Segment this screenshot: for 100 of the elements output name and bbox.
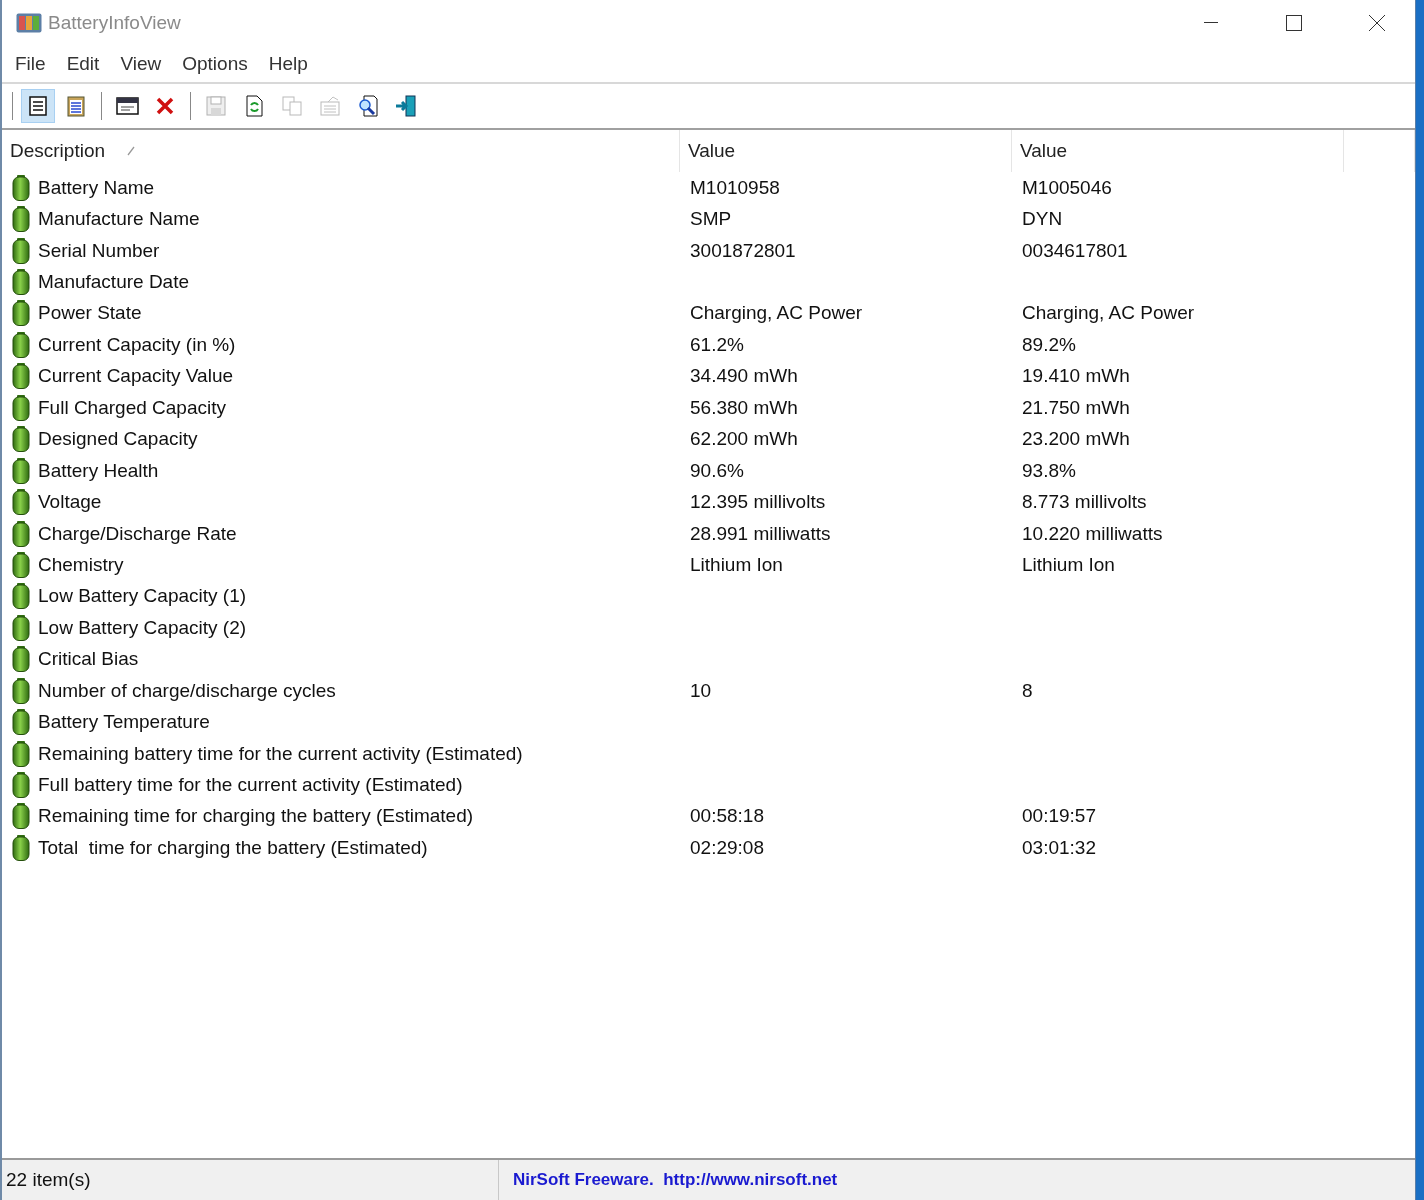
copy-icon bbox=[280, 94, 304, 118]
value-cell-text: 03:01:32 bbox=[1021, 836, 1097, 859]
description-cell: Critical Bias bbox=[38, 648, 139, 671]
menu-item[interactable]: Help bbox=[259, 52, 317, 75]
value-cell-text: Charging, AC Power bbox=[689, 302, 864, 325]
battery-icon bbox=[12, 269, 30, 296]
menu-item[interactable]: Edit bbox=[57, 52, 109, 75]
description-cell: Low Battery Capacity (2) bbox=[38, 616, 247, 639]
value-cell-text: 00:19:57 bbox=[1021, 805, 1097, 828]
description-cell: Manufacture Date bbox=[38, 271, 190, 294]
value-cell-text: 8.773 millivolts bbox=[1021, 491, 1148, 514]
battery-icon bbox=[12, 206, 30, 233]
description-cell: Remaining time for charging the battery (Estimated) bbox=[38, 805, 474, 828]
window-icon bbox=[115, 94, 139, 118]
value-cell-text: Lithium Ion bbox=[1021, 553, 1116, 576]
app-icon bbox=[16, 12, 42, 33]
battery-icon bbox=[12, 300, 30, 327]
description-cell: Battery Temperature bbox=[38, 711, 210, 734]
value-cell-text: 10.220 milliwatts bbox=[1021, 522, 1164, 545]
value-cell-text: 34.490 mWh bbox=[689, 365, 799, 388]
battery-icon bbox=[12, 237, 30, 264]
value-cell-text: 12.395 millivolts bbox=[689, 491, 827, 514]
description-cell: Chemistry bbox=[38, 553, 124, 576]
battery-icon bbox=[12, 614, 30, 641]
description-cell: Battery Health bbox=[38, 459, 159, 482]
description-cell: Full battery time for the current activity (Estimated) bbox=[38, 774, 463, 797]
battery-icon bbox=[12, 551, 30, 578]
description-cell: Low Battery Capacity (1) bbox=[38, 585, 247, 608]
column-header[interactable]: Description bbox=[2, 130, 680, 172]
window-title: BatteryInfoView bbox=[48, 11, 181, 34]
description-cell: Current Capacity (in %) bbox=[38, 333, 236, 356]
value-cell-text: 90.6% bbox=[689, 459, 745, 482]
maximize-icon bbox=[1285, 14, 1302, 31]
menu-item[interactable]: View bbox=[111, 52, 171, 75]
description-cell: Designed Capacity bbox=[38, 428, 198, 451]
description-cell: Full Charged Capacity bbox=[38, 396, 226, 419]
value-cell-text: 61.2% bbox=[689, 333, 745, 356]
value-cell-text: 93.8% bbox=[1021, 459, 1077, 482]
properties-icon bbox=[318, 94, 342, 118]
battery-icon bbox=[12, 583, 30, 610]
save-icon bbox=[204, 94, 228, 118]
clipboard-icon bbox=[64, 94, 88, 118]
value-cell-text: 19.410 mWh bbox=[1021, 365, 1131, 388]
value-cell-text: 02:29:08 bbox=[689, 836, 765, 859]
close-icon bbox=[1368, 14, 1385, 31]
exit-icon bbox=[394, 94, 418, 118]
value-cell-text: 56.380 mWh bbox=[689, 396, 799, 419]
value-cell-text: 23.200 mWh bbox=[1021, 428, 1131, 451]
description-cell: Serial Number bbox=[38, 239, 160, 262]
battery-icon bbox=[12, 646, 30, 673]
battery-icon bbox=[12, 709, 30, 736]
value-cell-text: Lithium Ion bbox=[689, 553, 784, 576]
value-cell-text: 00:58:18 bbox=[689, 805, 765, 828]
value-cell-text: 8 bbox=[1021, 679, 1034, 702]
battery-icon bbox=[12, 677, 30, 704]
battery-icon bbox=[12, 740, 30, 767]
value-cell-text: 21.750 mWh bbox=[1021, 396, 1131, 419]
value-cell-text: 10 bbox=[689, 679, 713, 702]
value-cell-text: DYN bbox=[1021, 208, 1064, 231]
battery-icon bbox=[12, 489, 30, 516]
value-cell-text: Charging, AC Power bbox=[1021, 302, 1196, 325]
battery-icon bbox=[12, 803, 30, 830]
description-cell: Battery Name bbox=[38, 176, 155, 199]
value-cell-text: 0034617801 bbox=[1021, 239, 1129, 262]
menu-item[interactable]: File bbox=[6, 52, 55, 75]
battery-icon bbox=[12, 772, 30, 799]
value-cell-text: SMP bbox=[689, 208, 733, 231]
battery-icon bbox=[12, 834, 30, 861]
menu-item[interactable]: Options bbox=[173, 52, 257, 75]
column-header[interactable]: Value bbox=[1012, 130, 1344, 172]
item-count: 22 item(s) bbox=[2, 1160, 499, 1200]
column-header[interactable]: Value bbox=[680, 130, 1012, 172]
find-icon bbox=[356, 94, 380, 118]
description-cell: Number of charge/discharge cycles bbox=[38, 679, 336, 702]
credit-text: NirSoft Freeware. http://www.nirsoft.net bbox=[512, 1169, 839, 1191]
list-icon bbox=[26, 94, 50, 118]
description-cell: Total time for charging the battery (Estimated) bbox=[38, 836, 428, 859]
header-label: Description bbox=[10, 140, 106, 162]
value-cell-text: M1010958 bbox=[689, 176, 781, 199]
value-cell-text: 28.991 milliwatts bbox=[689, 522, 832, 545]
value-cell-text: 62.200 mWh bbox=[689, 428, 799, 451]
battery-icon bbox=[12, 426, 30, 453]
minimize-icon bbox=[1203, 21, 1218, 24]
battery-icon bbox=[12, 174, 30, 201]
value-cell-text: 89.2% bbox=[1021, 333, 1077, 356]
description-cell: Charge/Discharge Rate bbox=[38, 522, 237, 545]
battery-icon bbox=[12, 394, 30, 421]
view-list-button[interactable] bbox=[21, 89, 55, 123]
description-cell: Remaining battery time for the current activity (Estimated) bbox=[38, 742, 523, 765]
description-cell: Voltage bbox=[38, 491, 102, 514]
header-label: Value bbox=[688, 140, 736, 162]
value-cell-text: 3001872801 bbox=[689, 239, 797, 262]
battery-icon bbox=[12, 363, 30, 390]
value-cell-text: M1005046 bbox=[1021, 176, 1113, 199]
description-cell: Power State bbox=[38, 302, 142, 325]
description-cell: Current Capacity Value bbox=[38, 365, 234, 388]
battery-icon bbox=[12, 457, 30, 484]
description-cell: Manufacture Name bbox=[38, 208, 200, 231]
battery-icon bbox=[12, 520, 30, 547]
header-label: Value bbox=[1020, 140, 1068, 162]
